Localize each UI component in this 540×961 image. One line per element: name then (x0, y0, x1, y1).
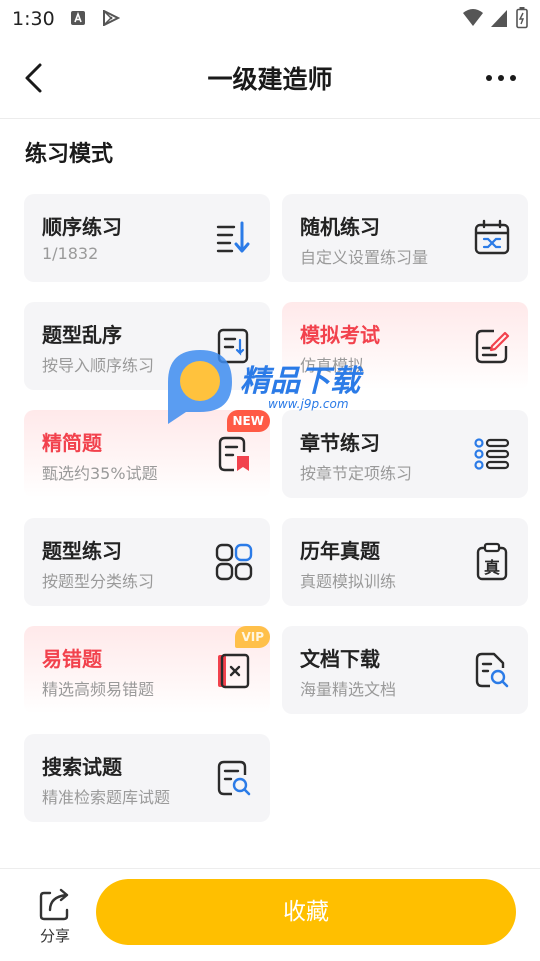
card-title: 精简题 (42, 431, 102, 455)
clipboard-char: 真 (483, 558, 500, 577)
share-button[interactable]: 分享 (30, 883, 80, 949)
error-book-icon (218, 653, 250, 689)
status-bar: 1:30 (0, 0, 540, 38)
page-title: 一级建造师 (207, 65, 333, 94)
card-type-practice[interactable]: 题型练习 按题型分类练习 (24, 518, 270, 606)
bullet-list-icon (474, 438, 510, 470)
watermark-logo-icon (168, 350, 232, 424)
card-document-download[interactable]: 文档下载 海量精选文档 (282, 626, 528, 714)
status-time: 1:30 (12, 8, 55, 30)
edit-note-icon (475, 329, 510, 364)
card-subtitle: 自定义设置练习量 (300, 248, 429, 267)
document-search-icon (475, 652, 509, 688)
card-subtitle: 精选高频易错题 (42, 680, 155, 699)
search-list-icon (217, 760, 251, 796)
card-title: 搜索试题 (42, 755, 122, 779)
more-icon[interactable] (484, 64, 518, 92)
card-title: 顺序练习 (42, 215, 122, 239)
share-icon (39, 888, 69, 921)
watermark: 精品下载 www.j9p.com (160, 342, 400, 432)
watermark-text: 精品下载 (240, 364, 360, 399)
card-subtitle: 甄选约35%试题 (42, 464, 158, 483)
watermark-url: www.j9p.com (268, 397, 349, 411)
card-title: 易错题 (42, 647, 102, 671)
favorite-button[interactable]: 收藏 (96, 879, 516, 945)
vip-badge: VIP (235, 626, 270, 648)
header: 一级建造师 (0, 38, 540, 119)
calendar-shuffle-icon (474, 219, 510, 255)
card-past-exams[interactable]: 历年真题 真题模拟训练 真 (282, 518, 528, 606)
card-subtitle: 按章节定项练习 (300, 464, 413, 483)
document-bookmark-icon (218, 436, 249, 472)
card-subtitle: 按题型分类练习 (42, 572, 155, 591)
card-search-questions[interactable]: 搜索试题 精准检索题库试题 (24, 734, 270, 822)
card-subtitle: 按导入顺序练习 (42, 356, 155, 375)
card-title: 题型乱序 (42, 323, 122, 347)
sort-down-icon (216, 221, 250, 253)
card-subtitle: 1/1832 (42, 244, 99, 263)
wifi-icon (463, 9, 483, 26)
bottom-bar: 分享 收藏 (0, 868, 540, 961)
card-random-practice[interactable]: 随机练习 自定义设置练习量 (282, 194, 528, 282)
signal-icon (491, 10, 507, 27)
play-store-icon (103, 10, 120, 26)
share-label: 分享 (39, 927, 70, 945)
card-error-prone[interactable]: 易错题 精选高频易错题 VIP (24, 626, 270, 714)
card-subtitle: 精准检索题库试题 (42, 788, 171, 807)
card-title: 文档下载 (300, 647, 380, 671)
font-app-icon (71, 11, 85, 25)
card-title: 题型练习 (42, 539, 122, 563)
clipboard-zhen-icon: 真 (472, 542, 512, 582)
card-title: 随机练习 (300, 215, 380, 239)
card-sequential-practice[interactable]: 顺序练习 1/1832 (24, 194, 270, 282)
section-title: 练习模式 (25, 142, 114, 167)
battery-icon (516, 7, 528, 29)
card-subtitle: 真题模拟训练 (300, 572, 397, 591)
grid-icon (215, 543, 253, 581)
card-title: 历年真题 (300, 539, 380, 563)
card-subtitle: 海量精选文档 (300, 680, 397, 699)
